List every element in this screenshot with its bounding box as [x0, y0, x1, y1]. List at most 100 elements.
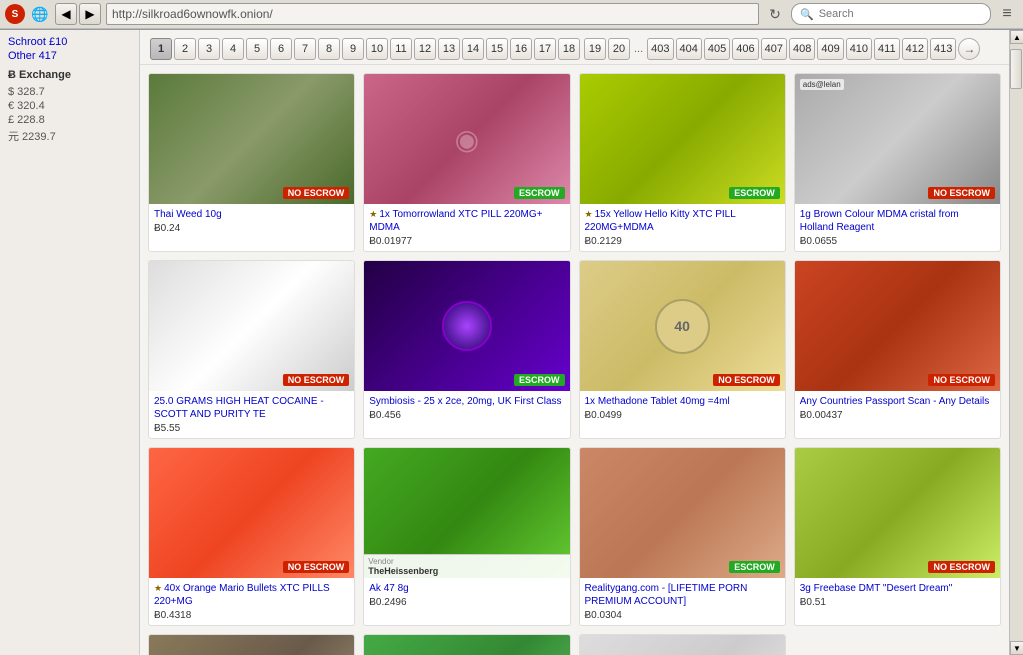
address-bar[interactable]: http://silkroad6ownowfk.onion/	[106, 3, 759, 25]
refresh-button[interactable]: ↻	[764, 3, 786, 25]
product-card-bottom2[interactable]	[363, 634, 570, 655]
badge-noescrow: NO ESCROW	[928, 374, 995, 386]
scroll-down-arrow[interactable]: ▼	[1010, 641, 1023, 655]
product-card-dmt[interactable]: NO ESCROW 3g Freebase DMT "Desert Dream"…	[794, 447, 1001, 626]
page-btn-15[interactable]: 15	[486, 38, 508, 60]
page-btn-409[interactable]: 409	[817, 38, 843, 60]
page-btn-18[interactable]: 18	[558, 38, 580, 60]
page-next-button[interactable]: →	[958, 38, 980, 60]
product-card-yellow-pills[interactable]: ESCROW ★15x Yellow Hello Kitty XTC PILL …	[579, 73, 786, 252]
page-btn-9[interactable]: 9	[342, 38, 364, 60]
product-card-methadone[interactable]: 40 NO ESCROW 1x Methadone Tablet 40mg =4…	[579, 260, 786, 439]
page-btn-8[interactable]: 8	[318, 38, 340, 60]
page-btn-405[interactable]: 405	[704, 38, 730, 60]
page-btn-17[interactable]: 17	[534, 38, 556, 60]
search-bar-container: 🔍	[791, 3, 991, 25]
sidebar: Schroot £10 Other 417 Ƀ Exchange $ 328.7…	[0, 30, 140, 655]
page-btn-16[interactable]: 16	[510, 38, 532, 60]
exchange-title: Ƀ Exchange	[8, 69, 131, 81]
product-card-symbiosis[interactable]: ESCROW Symbiosis - 25 x 2ce, 20mg, UK Fi…	[363, 260, 570, 439]
search-input[interactable]	[819, 8, 979, 20]
page-btn-403[interactable]: 403	[647, 38, 673, 60]
scroll-thumb[interactable]	[1010, 49, 1022, 89]
page-btn-13[interactable]: 13	[438, 38, 460, 60]
product-info-mario: ★40x Orange Mario Bullets XTC PILLS 220+…	[149, 578, 354, 625]
star-icon: ★	[585, 209, 593, 219]
product-card-xtc-pink[interactable]: ◉ ESCROW ★1x Tomorrowland XTC PILL 220MG…	[363, 73, 570, 252]
product-card-realitygang[interactable]: ESCROW Realitygang.com - [LIFETIME PORN …	[579, 447, 786, 626]
badge-escrow: ESCROW	[514, 374, 565, 386]
badge-noescrow: NO ESCROW	[283, 561, 350, 573]
content-area: 1 2 3 4 5 6 7 8 9 10 11 12 13 14 15 16 1…	[140, 30, 1009, 655]
product-price: Ƀ0.4318	[154, 610, 349, 621]
product-info-ak47: Ak 47 8g Ƀ0.2496	[364, 578, 569, 612]
vendor-label: Vendor	[368, 557, 565, 566]
sidebar-link-other[interactable]: Other 417	[8, 50, 57, 62]
page-btn-408[interactable]: 408	[789, 38, 815, 60]
product-title: ★1x Tomorrowland XTC PILL 220MG+ MDMA	[369, 208, 564, 234]
product-card-passport[interactable]: NO ESCROW Any Countries Passport Scan - …	[794, 260, 1001, 439]
product-image-mdma: ads@lelan NO ESCROW	[795, 74, 1000, 204]
product-price: Ƀ0.00437	[800, 410, 995, 421]
product-price: Ƀ0.0499	[585, 410, 780, 421]
product-grid: NO ESCROW Thai Weed 10g Ƀ0.24 ◉ ESCROW	[140, 65, 1009, 655]
page-btn-6[interactable]: 6	[270, 38, 292, 60]
back-button[interactable]: ◀	[55, 3, 77, 25]
forward-button[interactable]: ▶	[79, 3, 101, 25]
product-info-thai-weed: Thai Weed 10g Ƀ0.24	[149, 204, 354, 238]
page-btn-413[interactable]: 413	[930, 38, 956, 60]
badge-noescrow: NO ESCROW	[713, 374, 780, 386]
product-image-methadone: 40 NO ESCROW	[580, 261, 785, 391]
page-btn-10[interactable]: 10	[366, 38, 388, 60]
page-btn-410[interactable]: 410	[846, 38, 872, 60]
product-card-bottom1[interactable]	[148, 634, 355, 655]
page-btn-2[interactable]: 2	[174, 38, 196, 60]
product-title: 3g Freebase DMT "Desert Dream"	[800, 582, 995, 595]
product-title: Realitygang.com - [LIFETIME PORN PREMIUM…	[585, 582, 780, 608]
page-btn-11[interactable]: 11	[390, 38, 412, 60]
product-image-realitygang: ESCROW	[580, 448, 785, 578]
page-ellipsis: ...	[632, 43, 645, 55]
page-btn-407[interactable]: 407	[761, 38, 787, 60]
product-title: ★15x Yellow Hello Kitty XTC PILL 220MG+M…	[585, 208, 780, 234]
product-card-ak47[interactable]: Vendor TheHeissenberg Ak 47 8g Ƀ0.2496	[363, 447, 570, 626]
exchange-cny: 元 2239.7	[8, 127, 131, 145]
product-info-realitygang: Realitygang.com - [LIFETIME PORN PREMIUM…	[580, 578, 785, 625]
product-card-bottom3[interactable]	[579, 634, 786, 655]
page-btn-1[interactable]: 1	[150, 38, 172, 60]
sidebar-link-schroot[interactable]: Schroot £10	[8, 36, 67, 48]
sidebar-item-schroot[interactable]: Schroot £10	[8, 35, 131, 49]
page-btn-14[interactable]: 14	[462, 38, 484, 60]
vendor-tooltip: Vendor TheHeissenberg	[364, 554, 569, 578]
scroll-up-arrow[interactable]: ▲	[1010, 30, 1023, 44]
product-card-mario[interactable]: NO ESCROW ★40x Orange Mario Bullets XTC …	[148, 447, 355, 626]
product-title: Any Countries Passport Scan - Any Detail…	[800, 395, 995, 408]
vendor-overlay: ads@lelan	[800, 79, 844, 90]
scroll-track[interactable]	[1010, 44, 1023, 641]
product-title: Thai Weed 10g	[154, 208, 349, 221]
product-info-mdma: 1g Brown Colour MDMA cristal from Hollan…	[795, 204, 1000, 251]
page-btn-19[interactable]: 19	[584, 38, 606, 60]
product-title: 25.0 GRAMS HIGH HEAT COCAINE - SCOTT AND…	[154, 395, 349, 421]
nav-buttons: ◀ ▶	[55, 3, 101, 25]
product-info-cocaine: 25.0 GRAMS HIGH HEAT COCAINE - SCOTT AND…	[149, 391, 354, 438]
page-btn-404[interactable]: 404	[676, 38, 702, 60]
menu-button[interactable]: ≡	[996, 3, 1018, 25]
product-card-thai-weed[interactable]: NO ESCROW Thai Weed 10g Ƀ0.24	[148, 73, 355, 252]
page-btn-5[interactable]: 5	[246, 38, 268, 60]
product-price: Ƀ5.55	[154, 423, 349, 434]
page-btn-411[interactable]: 411	[874, 38, 900, 60]
page-btn-3[interactable]: 3	[198, 38, 220, 60]
product-price: Ƀ0.51	[800, 597, 995, 608]
page-btn-7[interactable]: 7	[294, 38, 316, 60]
page-btn-20[interactable]: 20	[608, 38, 630, 60]
product-price: Ƀ0.0655	[800, 236, 995, 247]
product-card-cocaine[interactable]: NO ESCROW 25.0 GRAMS HIGH HEAT COCAINE -…	[148, 260, 355, 439]
page-btn-406[interactable]: 406	[732, 38, 758, 60]
page-btn-4[interactable]: 4	[222, 38, 244, 60]
page-btn-412[interactable]: 412	[902, 38, 928, 60]
product-image-bottom1	[149, 635, 354, 655]
product-card-mdma[interactable]: ads@lelan NO ESCROW 1g Brown Colour MDMA…	[794, 73, 1001, 252]
sidebar-item-other[interactable]: Other 417	[8, 49, 131, 63]
page-btn-12[interactable]: 12	[414, 38, 436, 60]
